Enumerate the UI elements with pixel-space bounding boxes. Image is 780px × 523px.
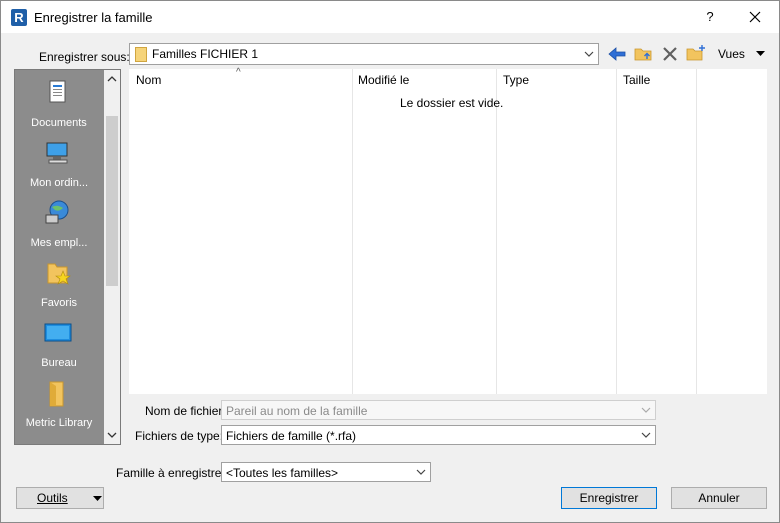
column-header-name[interactable]: Nom	[136, 73, 161, 87]
filetype-label: Fichiers de type:	[135, 429, 224, 443]
save-button[interactable]: Enregistrer	[561, 487, 657, 509]
column-divider	[616, 69, 696, 394]
cancel-button-label: Annuler	[698, 491, 740, 505]
place-label: Mes empl...	[30, 237, 88, 249]
close-button[interactable]	[741, 5, 769, 29]
desktop-icon	[44, 323, 72, 342]
delete-icon	[663, 47, 677, 61]
empty-folder-message: Le dossier est vide.	[400, 96, 504, 110]
back-button[interactable]	[606, 43, 628, 65]
places-bar: Documents Mon ordin... Mes empl... Favor…	[14, 69, 121, 445]
up-folder-button[interactable]	[633, 43, 655, 65]
column-divider	[352, 69, 496, 394]
places-scrollbar[interactable]	[104, 70, 120, 444]
tools-dropdown-icon	[93, 496, 102, 501]
column-header-type[interactable]: Type	[503, 73, 529, 87]
up-folder-icon	[634, 48, 652, 61]
favorites-icon	[47, 263, 71, 285]
place-documents[interactable]: Documents	[15, 72, 103, 132]
folder-icon	[135, 47, 147, 62]
back-arrow-icon	[608, 47, 626, 61]
place-my-computer[interactable]: Mon ordin...	[15, 132, 103, 192]
dialog-title: Enregistrer la famille	[34, 10, 153, 25]
place-label: Documents	[31, 117, 87, 129]
tools-button-label: Outils	[37, 491, 68, 505]
place-label: Favoris	[40, 297, 78, 309]
filename-label: Nom de fichier:	[145, 404, 226, 418]
family-to-save-value: <Toutes les familles>	[226, 466, 339, 480]
place-favorites[interactable]: Favoris	[15, 252, 103, 312]
filename-value: Pareil au nom de la famille	[226, 404, 368, 418]
save-in-value: Familles FICHIER 1	[152, 47, 259, 61]
folder-icon	[49, 381, 64, 407]
chevron-down-icon	[641, 432, 651, 438]
revit-app-icon: R	[11, 9, 27, 26]
close-icon	[749, 11, 761, 23]
cancel-button[interactable]: Annuler	[671, 487, 767, 509]
filetype-value: Fichiers de famille (*.rfa)	[226, 429, 357, 443]
filetype-select[interactable]: Fichiers de famille (*.rfa)	[221, 425, 656, 445]
chevron-down-icon	[416, 469, 426, 475]
tools-button[interactable]: Outils	[16, 487, 104, 509]
scroll-up-icon[interactable]	[107, 74, 117, 84]
column-header-modified[interactable]: Modifié le	[358, 73, 409, 87]
views-menu[interactable]: Vues	[718, 47, 745, 61]
column-divider	[496, 69, 616, 394]
documents-icon	[49, 80, 66, 103]
new-folder-button[interactable]	[685, 43, 707, 65]
place-label: Metric Library	[25, 417, 93, 429]
save-in-label: Enregistrer sous:	[39, 50, 130, 64]
new-folder-icon	[686, 45, 705, 61]
help-button[interactable]: ?	[697, 5, 723, 29]
save-button-label: Enregistrer	[579, 491, 639, 505]
place-label: Mon ordin...	[29, 177, 89, 189]
place-network-places[interactable]: Mes empl...	[15, 192, 103, 252]
delete-button[interactable]	[659, 43, 681, 65]
family-to-save-select[interactable]: <Toutes les familles>	[221, 462, 431, 482]
column-divider	[696, 69, 767, 394]
save-family-dialog: R Enregistrer la famille ? Enregistrer s…	[0, 0, 780, 523]
sort-indicator-icon: ^	[236, 67, 241, 78]
computer-icon	[46, 142, 68, 164]
chevron-down-icon	[584, 51, 594, 57]
scrollbar-thumb[interactable]	[106, 116, 118, 286]
title-bar: R Enregistrer la famille ?	[1, 1, 779, 33]
place-desktop[interactable]: Bureau	[15, 312, 103, 372]
scroll-down-icon[interactable]	[107, 430, 117, 440]
column-header-size[interactable]: Taille	[623, 73, 650, 87]
chevron-down-icon	[641, 407, 651, 413]
file-list[interactable]: Nom ^ Modifié le Type Taille Le dossier …	[129, 67, 767, 394]
place-label: Bureau	[41, 357, 77, 369]
family-to-save-label: Famille à enregistrer:	[116, 466, 229, 480]
save-in-dropdown[interactable]: Familles FICHIER 1	[129, 43, 599, 65]
place-metric-library[interactable]: Metric Library	[15, 372, 103, 432]
network-places-icon	[45, 200, 69, 224]
views-dropdown-icon[interactable]	[756, 51, 765, 57]
filename-input[interactable]: Pareil au nom de la famille	[221, 400, 656, 420]
